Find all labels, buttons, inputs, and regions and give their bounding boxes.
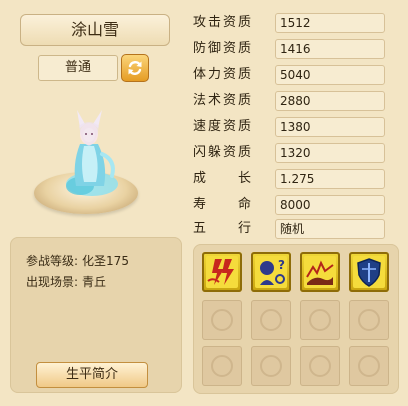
- empty-skill-slot: [251, 300, 291, 340]
- stat-label: 成长: [193, 171, 251, 186]
- stat-row-stamina: 体力资质 5040: [193, 65, 403, 85]
- ornament-icon: [309, 309, 331, 331]
- ornament-icon: [211, 355, 233, 377]
- empty-skill-slot: [251, 346, 291, 386]
- stat-label: 五行: [193, 221, 251, 236]
- ornament-icon: [211, 309, 233, 331]
- ornament-icon: [358, 355, 380, 377]
- pet-character-model: [66, 110, 118, 196]
- stat-label: 闪躲资质: [193, 145, 251, 160]
- stat-row-lifespan: 寿命 8000: [193, 195, 403, 215]
- stat-row-defense: 防御资质 1416: [193, 39, 403, 59]
- stat-label: 体力资质: [193, 67, 251, 82]
- stat-row-element: 五行 随机: [193, 219, 403, 239]
- stat-value: 1380: [275, 117, 385, 137]
- stat-row-attack: 攻击资质 1512: [193, 13, 403, 33]
- grade-display: 普通: [38, 55, 118, 81]
- svg-text:?: ?: [278, 258, 285, 272]
- skill-slot-2[interactable]: ?: [251, 252, 291, 292]
- stat-row-dodge: 闪躲资质 1320: [193, 143, 403, 163]
- empty-skill-slot: [300, 300, 340, 340]
- ornament-icon: [358, 309, 380, 331]
- stat-value: 随机: [275, 219, 385, 239]
- refresh-grade-button[interactable]: [121, 54, 149, 82]
- pet-name-plate: 涂山雪: [20, 14, 170, 46]
- stat-value: 1.275: [275, 169, 385, 189]
- stat-value: 1416: [275, 39, 385, 59]
- stat-row-speed: 速度资质 1380: [193, 117, 403, 137]
- appear-scene-value: 青丘: [82, 275, 107, 289]
- skill-slot-1[interactable]: [202, 252, 242, 292]
- stat-label: 速度资质: [193, 119, 251, 134]
- battle-level-label: 参战等级:: [26, 254, 79, 268]
- empty-skill-slot: [202, 300, 242, 340]
- stat-label: 寿命: [193, 197, 251, 212]
- stat-value: 8000: [275, 195, 385, 215]
- stat-label: 防御资质: [193, 41, 251, 56]
- empty-skill-slot: [349, 346, 389, 386]
- shield-icon: [353, 256, 385, 288]
- mystic-orb-icon: ?: [255, 256, 287, 288]
- skill-slot-3[interactable]: [300, 252, 340, 292]
- empty-skill-slot: [202, 346, 242, 386]
- stat-value: 5040: [275, 65, 385, 85]
- ornament-icon: [260, 309, 282, 331]
- empty-skill-slot: [349, 300, 389, 340]
- stat-row-growth: 成长 1.275: [193, 169, 403, 189]
- ornament-icon: [260, 355, 282, 377]
- skill-slot-4[interactable]: [349, 252, 389, 292]
- biography-button-label: 生平简介: [65, 367, 118, 382]
- stat-value: 2880: [275, 91, 385, 111]
- battle-level-value: 化圣175: [82, 254, 129, 268]
- battle-level-line: 参战等级: 化圣175: [26, 252, 129, 269]
- ornament-icon: [309, 355, 331, 377]
- beast-charge-icon: [304, 256, 336, 288]
- stat-label: 法术资质: [193, 93, 251, 108]
- appear-scene-label: 出现场景:: [26, 275, 79, 289]
- refresh-icon: [128, 61, 142, 75]
- stat-value: 1320: [275, 143, 385, 163]
- grade-text: 普通: [64, 60, 91, 75]
- appear-scene-line: 出现场景: 青丘: [26, 273, 106, 290]
- stat-row-magic: 法术资质 2880: [193, 91, 403, 111]
- empty-skill-slot: [300, 346, 340, 386]
- biography-button[interactable]: 生平简介: [36, 362, 148, 388]
- stat-value: 1512: [275, 13, 385, 33]
- skill-grid: ?: [200, 250, 396, 388]
- stat-label: 攻击资质: [193, 15, 251, 30]
- pet-name: 涂山雪: [70, 20, 119, 39]
- lightning-strike-icon: [206, 256, 238, 288]
